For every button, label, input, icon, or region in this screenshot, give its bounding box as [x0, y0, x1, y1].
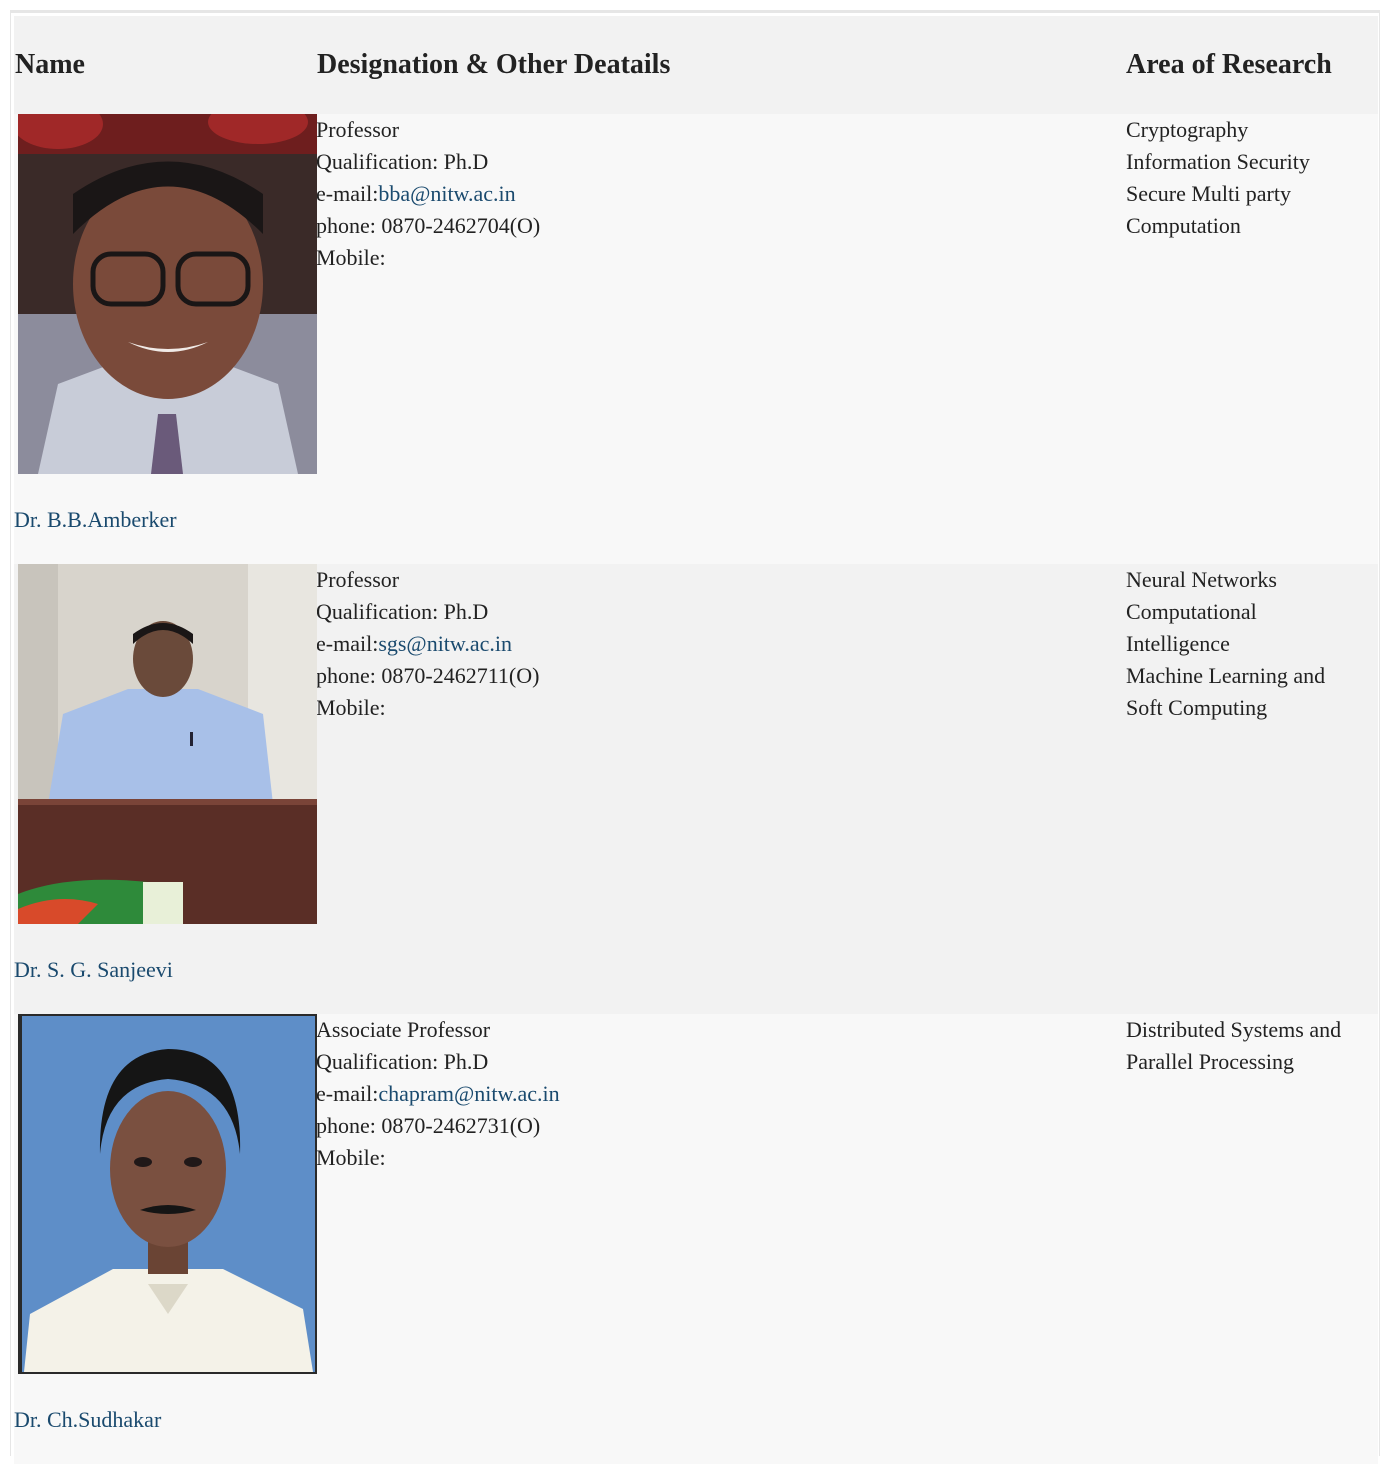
- qualification: Qualification: Ph.D: [316, 149, 489, 174]
- name-cell: Dr. B.B.Amberker: [14, 114, 317, 564]
- email-line: e-mail:bba@nitw.ac.in: [316, 178, 1125, 210]
- email-link[interactable]: sgs@nitw.ac.in: [378, 631, 512, 656]
- research-line: Parallel Processing: [1126, 1049, 1295, 1074]
- research-line: Neural Networks: [1126, 567, 1277, 592]
- phone: phone: 0870-2462711(O): [316, 663, 540, 688]
- email-line: e-mail:chapram@nitw.ac.in: [316, 1078, 1125, 1110]
- email-label: e-mail:: [316, 1081, 379, 1106]
- table-row: Dr. S. G. Sanjeevi Professor Qualificati…: [14, 564, 1378, 1014]
- name-cell: Dr. Ch.Sudhakar: [14, 1014, 317, 1464]
- research-line: Secure Multi party: [1126, 181, 1291, 206]
- header-name: Name: [15, 49, 85, 80]
- header-research: Area of Research: [1126, 49, 1332, 80]
- research-cell: Distributed Systems and Parallel Process…: [1125, 1014, 1378, 1464]
- qualification: Qualification: Ph.D: [316, 1049, 489, 1074]
- faculty-name-link[interactable]: Dr. Ch.Sudhakar: [14, 1404, 161, 1436]
- table-row: Dr. Ch.Sudhakar Associate Professor Qual…: [14, 1014, 1378, 1464]
- research-line: Cryptography: [1126, 117, 1249, 142]
- phone: phone: 0870-2462731(O): [316, 1113, 541, 1138]
- faculty-photo: [18, 1014, 317, 1374]
- email-link[interactable]: bba@nitw.ac.in: [378, 181, 515, 206]
- mobile: Mobile:: [316, 1145, 386, 1170]
- qualification: Qualification: Ph.D: [316, 599, 489, 624]
- research-line: Information Security: [1126, 149, 1310, 174]
- email-label: e-mail:: [316, 631, 379, 656]
- research-line: Distributed Systems and: [1126, 1017, 1342, 1042]
- designation: Professor: [316, 117, 400, 142]
- details-cell: Associate Professor Qualification: Ph.D …: [316, 1014, 1125, 1464]
- designation: Associate Professor: [316, 1017, 491, 1042]
- faculty-photo: [18, 114, 317, 474]
- table-header-row: Name Designation & Other Deatails Area o…: [14, 16, 1378, 114]
- email-link[interactable]: chapram@nitw.ac.in: [378, 1081, 559, 1106]
- research-line: Soft Computing: [1126, 695, 1268, 720]
- research-line: Computational: [1126, 599, 1257, 624]
- faculty-table-frame: Name Designation & Other Deatails Area o…: [10, 10, 1380, 1464]
- research-line: Computation: [1126, 213, 1241, 238]
- email-line: e-mail:sgs@nitw.ac.in: [316, 628, 1125, 660]
- faculty-name-link[interactable]: Dr. S. G. Sanjeevi: [14, 954, 173, 986]
- research-cell: Cryptography Information Security Secure…: [1125, 114, 1378, 564]
- faculty-table: Name Designation & Other Deatails Area o…: [14, 16, 1378, 1464]
- details-cell: Professor Qualification: Ph.D e-mail:sgs…: [316, 564, 1125, 1014]
- details-cell: Professor Qualification: Ph.D e-mail:bba…: [316, 114, 1125, 564]
- name-cell: Dr. S. G. Sanjeevi: [14, 564, 317, 1014]
- phone: phone: 0870-2462704(O): [316, 213, 541, 238]
- research-line: Intelligence: [1126, 631, 1230, 656]
- faculty-photo: [18, 564, 317, 924]
- table-row: Dr. B.B.Amberker Professor Qualification…: [14, 114, 1378, 564]
- faculty-name-link[interactable]: Dr. B.B.Amberker: [14, 504, 177, 536]
- email-label: e-mail:: [316, 181, 379, 206]
- research-line: Machine Learning and: [1126, 663, 1326, 688]
- designation: Professor: [316, 567, 400, 592]
- mobile: Mobile:: [316, 695, 386, 720]
- header-designation: Designation & Other Deatails: [317, 49, 671, 80]
- mobile: Mobile:: [316, 245, 386, 270]
- research-cell: Neural Networks Computational Intelligen…: [1125, 564, 1378, 1014]
